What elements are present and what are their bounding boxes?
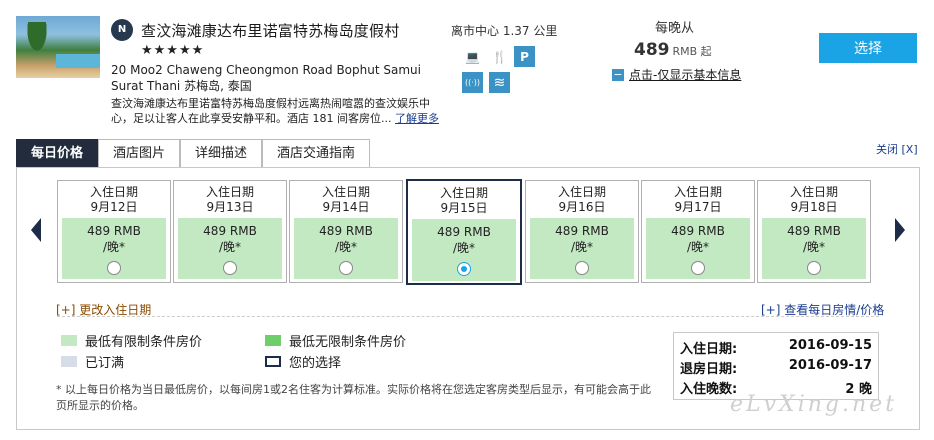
basic-info-label: 点击-仅显示基本信息 bbox=[629, 68, 742, 82]
hotel-header: N 查汶海滩康达布里诺富特苏梅岛度假村 ★★★★★ 20 Moo2 Chawen… bbox=[0, 0, 934, 138]
hotel-name[interactable]: 查汶海滩康达布里诺富特苏梅岛度假村 bbox=[141, 20, 399, 41]
wifi-icon: ((·)) bbox=[462, 72, 483, 93]
per-night-label: 每晚从 bbox=[655, 21, 695, 36]
day-price: 489 RMB/晚* bbox=[787, 224, 841, 254]
day-card[interactable]: 入住日期 9月12日 489 RMB/晚* bbox=[57, 180, 171, 283]
summary-value: 2016-09-17 bbox=[788, 358, 872, 373]
close-panel-link[interactable]: 关闭 [X] bbox=[876, 141, 918, 157]
star-rating: ★★★★★ bbox=[141, 43, 205, 58]
description-text: 查汶海滩康达布里诺富特苏梅岛度假村远离热闹喧嚣的查汶娱乐中心，足以让客人在此享受… bbox=[111, 97, 430, 125]
day-price: 489 RMB/晚* bbox=[203, 224, 257, 254]
next-arrow-icon[interactable] bbox=[895, 218, 905, 242]
day-radio[interactable] bbox=[223, 261, 237, 275]
day-price: 489 RMB/晚* bbox=[555, 224, 609, 254]
day-card[interactable]: 入住日期 9月14日 489 RMB/晚* bbox=[289, 180, 403, 283]
pool-graphic bbox=[56, 54, 100, 68]
legend-swatch bbox=[61, 335, 77, 346]
day-card[interactable]: 入住日期 9月17日 489 RMB/晚* bbox=[641, 180, 755, 283]
day-card-heading: 入住日期 9月14日 bbox=[321, 185, 370, 214]
day-price: 489 RMB/晚* bbox=[437, 225, 491, 255]
day-price: 489 RMB/晚* bbox=[87, 224, 141, 254]
day-card-heading: 入住日期 9月17日 bbox=[673, 185, 722, 214]
brand-logo-icon: N bbox=[111, 19, 133, 41]
legend-label: 已订满 bbox=[85, 356, 125, 371]
hotel-address: 20 Moo2 Chaweng Cheongmon Road Bophut Sa… bbox=[111, 63, 421, 93]
legend-fully-booked: 已订满 bbox=[61, 352, 124, 371]
summary-value: 2016-09-15 bbox=[788, 338, 872, 353]
legend-swatch bbox=[265, 335, 281, 346]
legend-your-selection: 您的选择 bbox=[265, 352, 341, 371]
legend-swatch bbox=[265, 356, 281, 367]
restaurant-icon: 🍴 bbox=[492, 49, 507, 64]
day-card-selected[interactable]: 入住日期 9月15日 489 RMB/晚* bbox=[406, 179, 522, 285]
tab-transport-guide[interactable]: 酒店交通指南 bbox=[262, 139, 371, 167]
legend-label: 您的选择 bbox=[289, 356, 342, 371]
day-price-box: 489 RMB/晚* bbox=[530, 218, 634, 279]
day-radio[interactable] bbox=[807, 261, 821, 275]
day-card-heading: 入住日期 9月13日 bbox=[205, 185, 254, 214]
prev-arrow-icon[interactable] bbox=[31, 218, 41, 242]
day-card-heading: 入住日期 9月16日 bbox=[557, 185, 606, 214]
laptop-icon: 💻 bbox=[465, 49, 480, 64]
day-price-box: 489 RMB/晚* bbox=[646, 218, 750, 279]
tab-daily-price[interactable]: 每日价格 bbox=[16, 139, 99, 167]
collapse-icon: − bbox=[612, 67, 624, 81]
dashed-divider bbox=[57, 316, 879, 317]
day-price-box: 489 RMB/晚* bbox=[178, 218, 282, 279]
day-card[interactable]: 入住日期 9月16日 489 RMB/晚* bbox=[525, 180, 639, 283]
price-footnote: * 以上每日价格为当日最低房价，以每间房1或2名住客为计算标准。实际价格将在您选… bbox=[56, 383, 651, 412]
summary-label: 退房日期: bbox=[680, 362, 738, 377]
detail-tabs: 每日价格 酒店图片 详细描述 酒店交通指南 bbox=[16, 139, 371, 167]
day-radio[interactable] bbox=[339, 261, 353, 275]
legend-swatch bbox=[61, 356, 77, 367]
price-unit: RMB 起 bbox=[672, 45, 712, 58]
day-radio[interactable] bbox=[691, 261, 705, 275]
tab-description[interactable]: 详细描述 bbox=[180, 139, 263, 167]
day-card-heading: 入住日期 9月15日 bbox=[439, 186, 488, 215]
select-button[interactable]: 选择 bbox=[819, 33, 917, 63]
legend-label: 最低无限制条件房价 bbox=[289, 335, 407, 350]
watermark-text: eLvXing.net bbox=[730, 392, 898, 417]
day-price-box: 489 RMB/晚* bbox=[294, 218, 398, 279]
day-radio-selected[interactable] bbox=[457, 262, 471, 276]
day-card[interactable]: 入住日期 9月18日 489 RMB/晚* bbox=[757, 180, 871, 283]
price-block: 489 RMB 起 bbox=[634, 40, 712, 60]
day-radio[interactable] bbox=[575, 261, 589, 275]
day-card-heading: 入住日期 9月18日 bbox=[789, 185, 838, 214]
summary-label: 入住日期: bbox=[680, 342, 738, 357]
price-value: 489 bbox=[634, 40, 670, 60]
hotel-description: 查汶海滩康达布里诺富特苏梅岛度假村远离热闹喧嚣的查汶娱乐中心，足以让客人在此享受… bbox=[111, 96, 441, 126]
basic-info-toggle[interactable]: − 点击-仅显示基本信息 bbox=[612, 66, 741, 83]
day-card[interactable]: 入住日期 9月13日 489 RMB/晚* bbox=[173, 180, 287, 283]
legend-restricted-rate: 最低有限制条件房价 bbox=[61, 331, 202, 350]
daily-price-panel: 入住日期 9月12日 489 RMB/晚* 入住日期 9月13日 489 RMB/晚… bbox=[16, 167, 920, 430]
day-price-box: 489 RMB/晚* bbox=[62, 218, 166, 279]
day-price-box: 489 RMB/晚* bbox=[412, 219, 516, 281]
parking-icon: P bbox=[514, 46, 535, 67]
hotel-photo[interactable] bbox=[16, 16, 100, 78]
summary-label: 入住晚数: bbox=[680, 382, 738, 397]
distance-to-center: 离市中心 1.37 公里 bbox=[451, 24, 558, 38]
palm-tree-graphic bbox=[22, 22, 52, 62]
legend-label: 最低有限制条件房价 bbox=[85, 335, 203, 350]
learn-more-link[interactable]: 了解更多 bbox=[395, 112, 439, 125]
day-radio[interactable] bbox=[107, 261, 121, 275]
tab-hotel-photos[interactable]: 酒店图片 bbox=[98, 139, 181, 167]
day-price-box: 489 RMB/晚* bbox=[762, 218, 866, 279]
day-card-heading: 入住日期 9月12日 bbox=[89, 185, 138, 214]
day-price: 489 RMB/晚* bbox=[671, 224, 725, 254]
legend-unrestricted-rate: 最低无限制条件房价 bbox=[265, 331, 406, 350]
day-price: 489 RMB/晚* bbox=[319, 224, 373, 254]
booking-summary: 入住日期: 2016-09-15 退房日期: 2016-09-17 入住晚数: … bbox=[673, 332, 879, 400]
pool-icon: ≋ bbox=[489, 72, 510, 93]
